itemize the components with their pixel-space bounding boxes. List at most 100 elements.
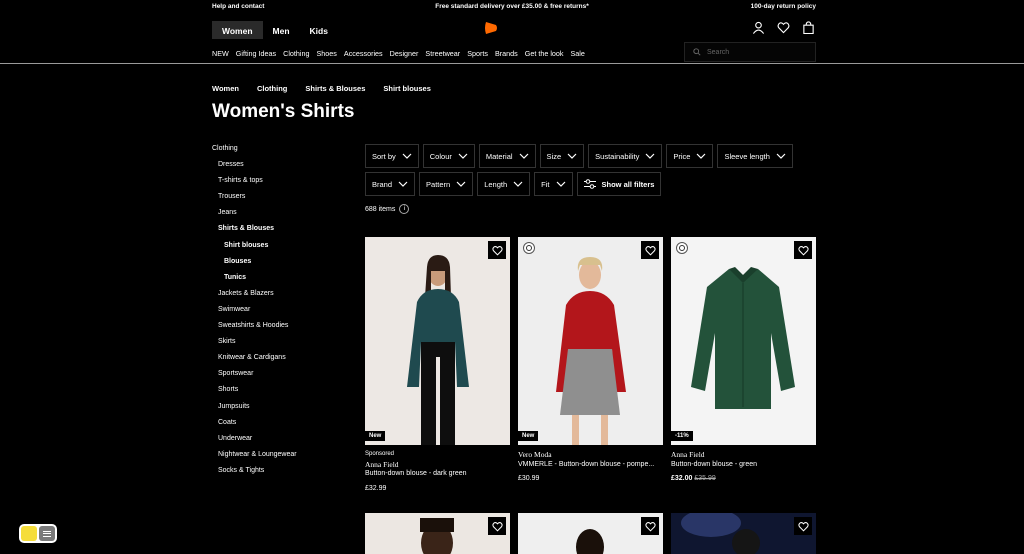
sidebar-item-swimwear[interactable]: Swimwear — [212, 306, 297, 322]
filter-label: Pattern — [426, 179, 451, 189]
filter-brand[interactable]: Brand — [365, 172, 416, 196]
sidebar-item-tshirts[interactable]: T-shirts & tops — [212, 177, 297, 193]
product-brand[interactable]: Anna Field — [671, 450, 816, 460]
breadcrumb-shirt-blouses[interactable]: Shirt blouses — [383, 84, 431, 93]
product-name[interactable]: VMMERLE - Button-down blouse - pompe... — [518, 460, 663, 470]
nav-sports[interactable]: Sports — [467, 49, 488, 58]
nav-brands[interactable]: Brands — [495, 49, 518, 58]
breadcrumb-shirts-blouses[interactable]: Shirts & Blouses — [305, 84, 365, 93]
add-to-wishlist-button[interactable] — [488, 517, 506, 535]
wishlist-icon[interactable] — [777, 21, 790, 34]
sidebar-item-dresses[interactable]: Dresses — [212, 161, 297, 177]
sidebar-item-underwear[interactable]: Underwear — [212, 435, 297, 451]
nav-streetwear[interactable]: Streetwear — [425, 49, 460, 58]
product-name[interactable]: Button-down blouse - dark green — [365, 469, 510, 479]
product-name[interactable]: Button-down blouse - green — [671, 460, 816, 470]
tab-kids[interactable]: Kids — [300, 21, 338, 39]
filter-length[interactable]: Length — [477, 172, 531, 196]
add-to-wishlist-button[interactable] — [794, 517, 812, 535]
filter-sleeve-length[interactable]: Sleeve length — [717, 144, 793, 168]
product-image[interactable]: -11% — [671, 237, 816, 445]
nav-clothing[interactable]: Clothing — [283, 49, 309, 58]
return-policy-link[interactable]: 100-day return policy — [751, 3, 816, 10]
heart-icon — [644, 245, 656, 256]
product-image[interactable] — [671, 513, 816, 554]
filter-sustainability[interactable]: Sustainability — [588, 144, 663, 168]
theme-toggle[interactable] — [19, 524, 57, 543]
bag-icon[interactable] — [802, 21, 815, 34]
heart-icon — [491, 245, 503, 256]
sidebar-item-sportswear[interactable]: Sportswear — [212, 370, 297, 386]
brand-logo[interactable] — [484, 20, 498, 36]
filter-fit[interactable]: Fit — [534, 172, 573, 196]
product-image[interactable] — [365, 513, 510, 554]
nav-gifting[interactable]: Gifting Ideas — [236, 49, 276, 58]
product-image[interactable]: New — [365, 237, 510, 445]
filter-pattern[interactable]: Pattern — [419, 172, 474, 196]
product-card[interactable] — [671, 513, 816, 554]
nav-accessories[interactable]: Accessories — [344, 49, 383, 58]
product-brand[interactable]: Vero Moda — [518, 450, 663, 460]
show-all-filters-label: Show all filters — [601, 179, 655, 189]
add-to-wishlist-button[interactable] — [488, 241, 506, 259]
tab-men[interactable]: Men — [263, 21, 300, 39]
filter-price[interactable]: Price — [666, 144, 714, 168]
product-card[interactable]: New Sponsored Anna Field Button-down blo… — [365, 237, 510, 493]
model-photo — [365, 237, 510, 445]
chevron-down-icon — [398, 181, 408, 187]
heart-icon — [644, 521, 656, 532]
filter-label: Size — [546, 151, 562, 161]
nav-sale[interactable]: Sale — [571, 49, 585, 58]
sidebar-item-jeans[interactable]: Jeans — [212, 209, 297, 225]
sidebar-item-coats[interactable]: Coats — [212, 419, 297, 435]
heart-icon — [797, 521, 809, 532]
product-card[interactable] — [518, 513, 663, 554]
nav-designer[interactable]: Designer — [390, 49, 419, 58]
filter-size[interactable]: Size — [539, 144, 585, 168]
filter-label: Length — [484, 179, 508, 189]
filter-label: Fit — [541, 179, 550, 189]
sliders-icon — [583, 179, 596, 189]
account-icon[interactable] — [752, 21, 765, 34]
filter-colour[interactable]: Colour — [422, 144, 475, 168]
sidebar-item-shirt-blouses[interactable]: Shirt blouses — [212, 242, 297, 258]
tab-women[interactable]: Women — [212, 21, 263, 39]
filter-sort-by[interactable]: Sort by — [365, 144, 419, 168]
sidebar-item-jumpsuits[interactable]: Jumpsuits — [212, 403, 297, 419]
product-brand[interactable]: Anna Field — [365, 460, 510, 470]
add-to-wishlist-button[interactable] — [794, 241, 812, 259]
sidebar-item-jackets[interactable]: Jackets & Blazers — [212, 290, 297, 306]
sidebar-item-tunics[interactable]: Tunics — [212, 274, 297, 290]
add-to-wishlist-button[interactable] — [641, 517, 659, 535]
product-card[interactable]: -11% Anna Field Button-down blouse - gre… — [671, 237, 816, 493]
sidebar-item-socks[interactable]: Socks & Tights — [212, 467, 297, 483]
search-input[interactable]: Search — [684, 42, 816, 62]
product-image[interactable]: New — [518, 237, 663, 445]
breadcrumb-clothing[interactable]: Clothing — [257, 84, 287, 93]
product-image[interactable] — [518, 513, 663, 554]
sustainability-icon — [676, 242, 688, 254]
sidebar-item-knitwear[interactable]: Knitwear & Cardigans — [212, 354, 297, 370]
delivery-info[interactable]: Free standard delivery over £35.00 & fre… — [0, 3, 1024, 10]
sidebar-item-nightwear[interactable]: Nightwear & Loungewear — [212, 451, 297, 467]
sidebar-item-sweatshirts[interactable]: Sweatshirts & Hoodies — [212, 322, 297, 338]
add-to-wishlist-button[interactable] — [641, 241, 659, 259]
sun-icon[interactable] — [21, 526, 37, 541]
nav-get-the-look[interactable]: Get the look — [525, 49, 564, 58]
nav-new[interactable]: NEW — [212, 49, 229, 58]
sidebar-item-blouses[interactable]: Blouses — [212, 258, 297, 274]
product-card[interactable]: New Vero Moda VMMERLE - Button-down blou… — [518, 237, 663, 493]
sidebar-item-trousers[interactable]: Trousers — [212, 193, 297, 209]
filter-label: Sort by — [372, 151, 396, 161]
sidebar-item-shirts-blouses[interactable]: Shirts & Blouses — [212, 225, 297, 241]
info-icon[interactable]: i — [399, 204, 410, 214]
filter-material[interactable]: Material — [478, 144, 536, 168]
product-card[interactable] — [365, 513, 510, 554]
menu-icon[interactable] — [39, 526, 55, 541]
breadcrumb-women[interactable]: Women — [212, 84, 239, 93]
sidebar-item-shorts[interactable]: Shorts — [212, 386, 297, 402]
show-all-filters-button[interactable]: Show all filters — [576, 172, 662, 196]
nav-shoes[interactable]: Shoes — [317, 49, 337, 58]
sidebar-item-clothing[interactable]: Clothing — [212, 145, 297, 161]
sidebar-item-skirts[interactable]: Skirts — [212, 338, 297, 354]
